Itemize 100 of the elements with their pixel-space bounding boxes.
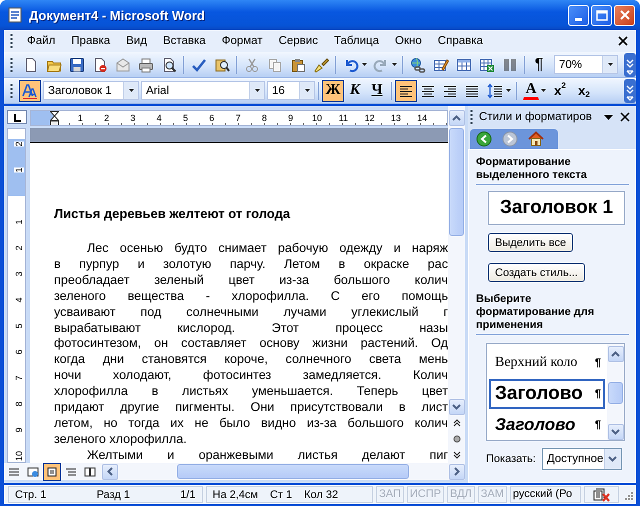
status-field: Разд 1 [96,488,130,500]
text-line: Лес осенью будто снимает рабочую одежду и наряж [86,241,448,257]
scroll-up-button[interactable] [608,346,624,362]
ruler-number: 8 [262,113,267,123]
ruler-number: 4 [156,113,162,123]
circle-icon[interactable] [452,435,460,443]
web-view-icon[interactable] [27,466,39,478]
style-dropdown[interactable]: Заголовок 1 [43,81,139,100]
section-heading: Выберите форматирование для применения [476,293,629,335]
style-item[interactable]: Верхний коло ¶ [489,348,605,378]
minimize-icon [575,18,582,20]
superscript-button[interactable]: x$^{2}$ [549,80,571,102]
bold-button[interactable]: Ж [322,80,344,102]
language-indicator[interactable]: русский (Ро [510,486,582,503]
font-dropdown[interactable]: Arial [141,81,265,100]
double-up-arrow-icon[interactable] [452,419,460,427]
ruler-number: 1 [14,220,24,224]
scroll-thumb[interactable] [608,382,623,404]
subscript-button[interactable]: x$_{2}$ [573,80,595,102]
ruler-number: 5 [14,324,24,328]
close-icon[interactable] [618,36,628,46]
pane-button[interactable]: Создать стиль... [488,263,585,282]
style-item[interactable]: Заголово ¶ [489,410,605,440]
maximize-button[interactable] [591,4,612,26]
scroll-right-button[interactable] [449,464,465,480]
menu-item[interactable]: Правка [63,33,118,49]
table-icon[interactable] [456,56,472,72]
section-heading: Форматирование выделенного текста [476,156,629,185]
table-pencil-icon[interactable] [432,56,448,72]
outline-view-icon[interactable] [65,466,77,478]
menu-item[interactable]: Справка [430,33,491,49]
toolbar-options-icon[interactable] [624,78,636,102]
menu-item[interactable]: Формат [214,33,271,49]
status-field: На 2,4см [212,488,258,500]
zoom-dropdown[interactable]: 70% [554,55,618,74]
text-line: летом, но тогда их не было видно из-за большого колич [54,416,448,432]
styles-pane-button[interactable] [19,80,41,102]
italic-button[interactable]: К [344,80,366,102]
line-spacing-icon[interactable] [486,82,502,98]
align-left-button[interactable] [395,80,417,102]
caret-icon[interactable] [541,89,546,92]
book-cross-icon[interactable] [593,488,610,502]
toolbar-handle[interactable] [10,56,13,74]
pilcrow-mark: ¶ [594,419,601,432]
columns-icon[interactable] [502,56,518,72]
forward-icon[interactable] [502,131,518,147]
ruler-number: 10 [14,451,24,461]
toolbar-options-icon[interactable] [624,52,636,76]
pilcrow-button[interactable]: ¶ [528,54,550,76]
toolbar-handle[interactable] [10,82,13,100]
menu-item[interactable]: Окно [387,33,430,49]
ruler-number: 6 [209,113,214,123]
double-down-arrow-icon[interactable] [452,451,460,459]
menu-item[interactable]: Вставка [154,33,214,49]
checkmark-icon[interactable] [190,56,206,72]
text-line: зеленого хлорофилла. [54,432,188,448]
font-color-button[interactable]: A [523,82,539,100]
text-line: придают другие пигменты. Они присутствовали в лист [54,400,448,416]
close-button[interactable] [614,4,635,26]
home-icon[interactable] [528,131,544,147]
ruler-number: 2 [104,113,110,123]
dropdown-triangle-icon[interactable] [604,114,613,120]
menu-item[interactable]: Таблица [326,33,388,49]
menu-item[interactable]: Вид [118,33,155,49]
menu-item[interactable]: Файл [19,33,64,49]
clipboard-icon[interactable] [290,56,306,72]
close-icon[interactable] [620,112,630,122]
caret-icon[interactable] [362,63,367,66]
ruler-number: 4 [14,298,24,302]
back-icon[interactable] [476,131,492,147]
toolbar-handle[interactable] [10,32,13,50]
globe-link-icon[interactable] [410,56,426,72]
normal-view-icon[interactable] [8,466,20,478]
caret-icon[interactable] [392,63,397,66]
reading-layout-icon[interactable] [84,466,96,478]
style-item[interactable]: Заголово ¶ [489,379,605,409]
ruler-number: 1 [14,168,24,172]
toolbar-handle[interactable] [470,108,473,126]
print-layout-icon[interactable] [46,466,58,478]
scroll-left-button[interactable] [102,464,118,480]
ruler-number: 11 [338,113,348,123]
size-dropdown[interactable]: 16 [267,81,315,100]
indent-marker-icon[interactable] [50,111,59,125]
spreadsheet-icon[interactable] [478,56,494,72]
scroll-up-button[interactable] [448,110,464,126]
show-dropdown[interactable]: Доступное [542,448,622,470]
underline-button[interactable]: Ч [366,80,388,102]
printer-icon[interactable] [138,56,154,72]
paintbrush-icon[interactable] [312,56,328,72]
scroll-thumb[interactable] [177,464,409,479]
scroll-down-button[interactable] [448,399,464,415]
tab-selector[interactable] [7,110,27,124]
scroll-down-button[interactable] [608,424,624,440]
pane-button[interactable]: Выделить все [488,233,574,252]
caret-icon[interactable] [506,89,511,92]
menu-item[interactable]: Сервис [270,33,326,49]
book-magnifier-icon[interactable] [214,56,230,72]
scroll-thumb[interactable] [449,128,464,236]
ruler-number: 12 [364,113,375,123]
minimize-button[interactable] [568,4,589,26]
